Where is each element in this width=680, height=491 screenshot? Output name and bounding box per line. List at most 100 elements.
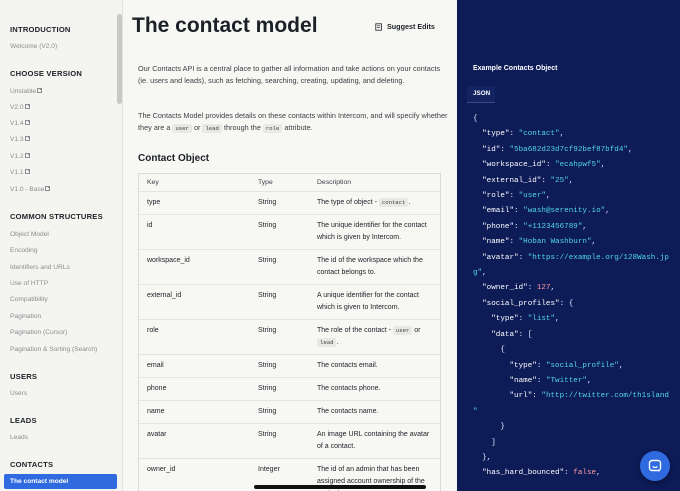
code-token: "Twitter" <box>545 376 587 385</box>
sidebar-item[interactable]: Compatibility <box>10 296 48 303</box>
main-content: The contact model Suggest Edits Our Cont… <box>123 0 457 491</box>
code-token: "role" <box>482 192 510 201</box>
code-token: "contact" <box>518 130 560 139</box>
sidebar-item[interactable]: Pagination (Cursor) <box>10 329 67 336</box>
sidebar-section-title: COMMON STRUCTURES <box>10 212 103 221</box>
code-token: "wash@serenity.io" <box>523 207 606 216</box>
code-line: "email": "wash@serenity.io", <box>473 204 669 219</box>
sidebar-item-label: V1.1 <box>10 169 24 176</box>
description-text: The type of object - <box>317 199 379 206</box>
code-token: 127 <box>536 284 551 293</box>
inline-code-lead: lead <box>202 124 222 134</box>
code-token: "phone" <box>482 222 515 231</box>
sidebar-item[interactable]: Identifiers and URLs <box>10 264 70 271</box>
sidebar-section-title: INTRODUCTION <box>10 25 71 34</box>
code-token: false <box>573 469 597 478</box>
code-token: "https://example.org/128Wash.jp <box>527 253 669 262</box>
sidebar-item[interactable]: V1.1 <box>10 169 30 176</box>
sidebar-item[interactable]: Object Model <box>10 231 49 238</box>
sidebar-item[interactable]: V1.2 <box>10 153 30 160</box>
external-link-icon <box>24 136 30 141</box>
code-token: : <box>541 176 551 185</box>
code-example-panel: Example Contacts Object JSON { "type": "… <box>457 0 680 491</box>
code-token: : <box>514 222 524 231</box>
sidebar-item[interactable]: Encoding <box>10 247 38 254</box>
cell-key: external_id <box>147 292 182 299</box>
cell-description: An image URL containing the avatar of a … <box>309 429 440 453</box>
suggest-edits-button[interactable]: Suggest Edits <box>375 22 435 31</box>
code-token: : [ <box>518 330 533 339</box>
chat-launcher-button[interactable] <box>640 451 670 481</box>
inline-code: lead <box>317 338 337 347</box>
code-token: , <box>605 207 610 216</box>
code-token: : <box>514 207 524 216</box>
code-token: "name" <box>509 376 537 385</box>
cell-type: String <box>258 431 277 438</box>
code-line: { <box>473 112 669 127</box>
sidebar-item-contact-model[interactable]: The contact model <box>4 474 117 489</box>
code-token: "avatar" <box>482 253 519 262</box>
inline-code-role: role <box>262 124 283 134</box>
sidebar-item-label: Pagination <box>10 313 42 320</box>
sidebar-scrollbar[interactable] <box>117 14 122 104</box>
sidebar-item-label: Identifiers and URLs <box>10 264 70 271</box>
code-token: "type" <box>482 130 510 139</box>
sidebar-item-label: Pagination & Sorting (Search) <box>10 346 98 353</box>
cell-description: The contacts phone. <box>309 383 440 395</box>
code-token: g" <box>473 269 483 278</box>
code-token: : <box>518 315 528 324</box>
sidebar-item-label: Compatibility <box>10 296 48 303</box>
para-text: attribute. <box>284 123 313 133</box>
code-token: " <box>473 407 478 416</box>
code-token: "5ba682d23d7cf92bef87bfd4" <box>509 145 628 154</box>
sidebar-item[interactable]: V1.3 <box>10 136 30 143</box>
sidebar-item[interactable]: Users <box>10 390 27 397</box>
code-line: "phone": "+1123456789", <box>473 220 669 235</box>
edit-document-icon <box>375 22 382 31</box>
sidebar-item[interactable]: Pagination <box>10 313 41 320</box>
code-token: , <box>482 269 487 278</box>
code-token: : <box>518 253 528 262</box>
sidebar-item-label: V1.0 - Base <box>10 186 45 193</box>
cell-description: The id of the workspace which the contac… <box>309 255 440 279</box>
suggest-edits-label: Suggest Edits <box>387 22 435 31</box>
table-header-key: Key <box>147 179 159 186</box>
table-row: id String The unique identifier for the co… <box>139 214 440 249</box>
sidebar-item[interactable]: V1.0 - Base <box>10 186 51 193</box>
description-text: The id of the workspace which the contac… <box>317 257 423 276</box>
cell-type: String <box>258 292 277 299</box>
code-token: "25" <box>550 176 569 185</box>
code-token: "name" <box>482 238 510 247</box>
code-token: "type" <box>491 315 519 324</box>
external-link-icon <box>24 169 30 174</box>
code-token: , <box>568 176 574 185</box>
para-text: or <box>193 123 201 133</box>
tab-json[interactable]: JSON <box>467 86 495 103</box>
sidebar-item-label: Leads <box>10 434 28 441</box>
code-token: "ecahpwf5" <box>555 161 601 170</box>
sidebar-item[interactable]: Leads <box>10 434 28 441</box>
code-token: "url" <box>509 392 533 401</box>
cell-type: String <box>258 327 277 334</box>
code-line: "role": "user", <box>473 189 669 204</box>
sidebar-item[interactable]: Unstable <box>10 88 43 95</box>
sidebar-item[interactable]: Welcome (V2.0) <box>10 43 57 50</box>
sidebar-item[interactable]: V1.4 <box>10 120 30 127</box>
code-token: , <box>596 469 601 478</box>
code-line: "name": "Twitter", <box>473 374 669 389</box>
cell-description: A unique identifier for the contact whic… <box>309 290 440 314</box>
description-text: or <box>412 327 421 334</box>
description-text: . <box>408 199 411 206</box>
cell-description: The type of object - contact. <box>309 197 440 209</box>
sidebar-item[interactable]: Use of HTTP <box>10 280 48 287</box>
sidebar-item[interactable]: Pagination & Sorting (Search) <box>10 346 97 353</box>
cell-description: The role of the contact - user or lead. <box>309 325 440 349</box>
inline-code: user <box>392 326 413 335</box>
sidebar-item[interactable]: V2.0 <box>10 104 30 111</box>
table-row: phone String The contacts phone. <box>139 377 440 400</box>
cell-key: owner_id <box>147 466 176 473</box>
